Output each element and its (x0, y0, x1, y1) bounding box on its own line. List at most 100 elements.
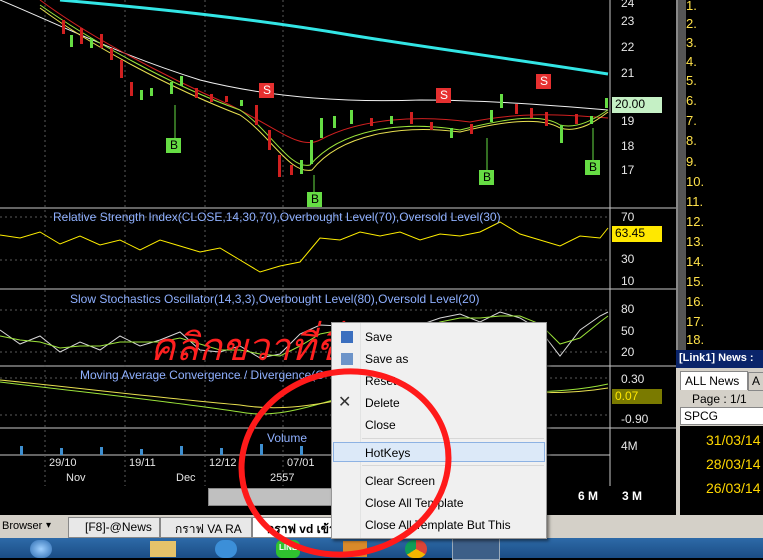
list-item[interactable]: 17. (686, 314, 704, 329)
symbol-list[interactable]: 1. 2. 3. 4. 5. 6. 7. 8. 9. 10. 11. 12. 1… (676, 0, 763, 350)
list-item[interactable]: 3. (686, 35, 697, 50)
bottom-tab[interactable]: [F8]-@News (68, 517, 160, 538)
price-tick: 21 (621, 66, 635, 80)
line-app-label: LINE (279, 543, 298, 552)
volume-title[interactable]: Volume (267, 431, 307, 445)
price-tick: 19 (621, 114, 635, 128)
bottom-tab-label: [F8]-@News (85, 520, 152, 534)
buy-markers (166, 105, 600, 207)
month-tick: Nov (66, 472, 86, 484)
menu-separator (362, 465, 544, 466)
news-date[interactable]: 28/03/14 (706, 456, 761, 472)
buy-marker-label: B (483, 170, 492, 184)
sell-markers (259, 74, 551, 103)
news-symbol-field[interactable]: SPCG (680, 407, 763, 425)
macd-tick: 0.30 (621, 372, 645, 386)
stoch-tick: 80 (621, 302, 635, 316)
period-6m-button[interactable]: 6 M (578, 489, 598, 503)
price-tick: 23 (621, 14, 635, 28)
ma-white-line (0, 0, 609, 111)
candlesticks (62, 20, 608, 177)
chart-scrollbar-thumb[interactable] (208, 488, 332, 506)
price-tick: 17 (621, 163, 635, 177)
month-tick: Dec (176, 472, 196, 484)
date-tick: 29/10 (49, 457, 77, 469)
menu-item-label: Save as (365, 352, 409, 366)
dropdown-arrow-icon[interactable]: ▾ (46, 520, 51, 531)
save-icon (341, 331, 353, 343)
month-tick: 2557 (270, 472, 295, 484)
list-item[interactable]: 16. (686, 294, 704, 309)
tab-a[interactable]: A (748, 372, 763, 391)
stoch-tick: 20 (621, 345, 635, 359)
news-date[interactable]: 31/03/14 (706, 432, 761, 448)
list-item[interactable]: 2. (686, 16, 697, 31)
list-item[interactable]: 5. (686, 73, 697, 88)
menu-separator (362, 438, 544, 439)
list-item[interactable]: 4. (686, 54, 697, 69)
news-date[interactable]: 26/03/14 (706, 480, 761, 496)
stoch-title[interactable]: Slow Stochastics Oscillator(14,3,3),Over… (70, 292, 480, 306)
list-item[interactable]: 18. (686, 332, 704, 347)
list-item[interactable]: 15. (686, 274, 704, 289)
list-item[interactable]: 8. (686, 133, 697, 148)
stoch-tick: 50 (621, 324, 635, 338)
buy-marker-label: B (589, 160, 598, 174)
list-item[interactable]: 7. (686, 113, 697, 128)
date-tick: 07/01 (287, 457, 315, 469)
save-as-icon (341, 353, 353, 365)
buy-marker-label: B (311, 192, 320, 206)
list-item[interactable]: 11. (686, 194, 703, 209)
menu-item-close-all-but-this[interactable]: Close All Template But This (333, 515, 545, 535)
list-item[interactable]: 6. (686, 93, 697, 108)
news-page-indicator: Page : 1/1 (692, 392, 747, 406)
menu-item-delete[interactable]: ✕ Delete (333, 393, 545, 413)
date-tick: 12/12 (209, 457, 237, 469)
browser-label[interactable]: Browser (2, 520, 42, 532)
tab-all-news[interactable]: ALL News (680, 371, 748, 390)
news-panel[interactable]: [Link1] News : ALL News A Page : 1/1 SPC… (676, 350, 763, 515)
buy-marker-label: B (170, 138, 179, 152)
line-app-icon[interactable]: LINE (276, 540, 300, 558)
menu-item-reset[interactable]: Reset (333, 371, 545, 391)
start-orb-icon[interactable] (30, 540, 52, 558)
menu-item-hotkeys[interactable]: HotKeys (333, 442, 545, 462)
news-header: [Link1] News : (676, 350, 763, 368)
rsi-tick: 30 (621, 252, 635, 266)
ie-icon[interactable] (215, 540, 237, 558)
bottom-tab[interactable]: กราฟ VA RA (160, 517, 252, 538)
active-app-icon[interactable] (452, 538, 500, 560)
bottom-tab-active[interactable]: กราฟ vd เข้า (252, 517, 332, 538)
rsi-title[interactable]: Relative Strength Index(CLOSE,14,30,70),… (53, 210, 501, 224)
list-item[interactable]: 12. (686, 214, 704, 229)
app-icon[interactable] (343, 541, 367, 557)
list-item[interactable]: 9. (686, 154, 697, 169)
chrome-icon[interactable] (405, 540, 427, 558)
rsi-tick: 70 (621, 210, 635, 224)
menu-item-label: HotKeys (365, 446, 411, 460)
menu-item-save-as[interactable]: Save as (333, 349, 545, 369)
menu-item-label: Delete (365, 396, 400, 410)
period-3m-button[interactable]: 3 M (622, 489, 642, 503)
menu-item-label: Close (365, 418, 396, 432)
context-menu[interactable]: Save Save as Reset ✕ Delete Close HotKey… (331, 322, 547, 539)
list-scroll-edge (678, 0, 686, 350)
menu-item-clear-screen[interactable]: Clear Screen (333, 471, 545, 491)
list-item[interactable]: 1. (686, 0, 697, 13)
menu-item-save[interactable]: Save (333, 327, 545, 347)
price-tick: 24 (621, 0, 635, 10)
menu-item-label: Clear Screen (365, 474, 436, 488)
list-item[interactable]: 14. (686, 254, 704, 269)
news-symbol-value: SPCG (684, 409, 719, 423)
menu-item-label: Close All Template (365, 496, 464, 510)
tab-a-label: A (752, 374, 761, 388)
news-list[interactable]: 31/03/14 28/03/14 26/03/14 (680, 426, 763, 515)
menu-item-label: Close All Template But This (365, 518, 511, 532)
menu-item-close[interactable]: Close (333, 415, 545, 435)
last-price-badge: 20.00 (612, 97, 662, 113)
list-item[interactable]: 13. (686, 234, 704, 249)
menu-item-close-all-template[interactable]: Close All Template (333, 493, 545, 513)
list-item[interactable]: 10. (686, 174, 704, 189)
folder-icon[interactable] (150, 541, 176, 557)
rsi-value-badge: 63.45 (612, 226, 662, 242)
